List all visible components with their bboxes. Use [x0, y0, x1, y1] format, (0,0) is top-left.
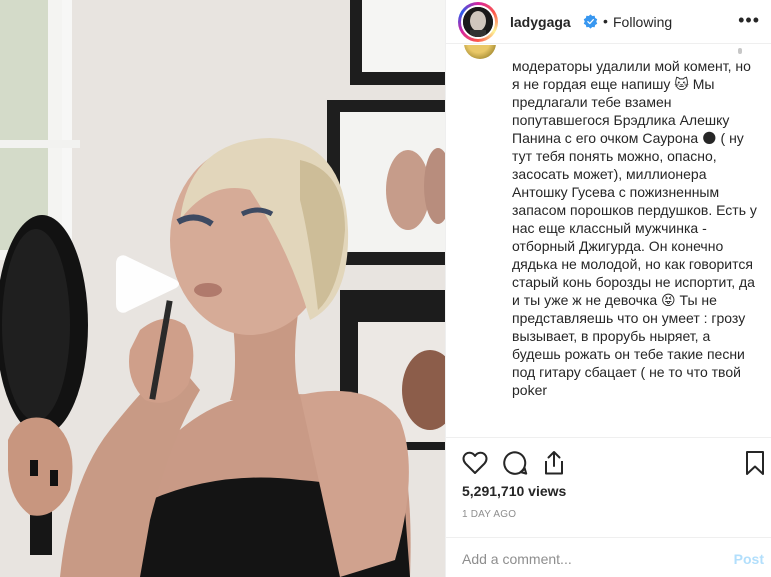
comments-list[interactable]: модераторы удалили мой комент, но я не г…: [446, 45, 771, 437]
view-count[interactable]: 5,291,710 views: [462, 483, 566, 499]
post-timestamp[interactable]: 1 DAY AGO: [462, 509, 516, 520]
comment-text: модераторы удалили мой комент, но я не г…: [512, 58, 761, 398]
share-icon[interactable]: [541, 450, 567, 476]
author-username[interactable]: ladygaga: [510, 14, 571, 30]
scroll-indicator: [738, 48, 742, 54]
bookmark-icon[interactable]: [742, 450, 768, 476]
play-button[interactable]: [112, 252, 184, 316]
play-icon: [116, 255, 179, 313]
video-player[interactable]: [0, 0, 445, 577]
post-side-panel: ladygaga • Following ••• модераторы удал…: [445, 0, 771, 577]
post-header: ladygaga • Following •••: [446, 0, 771, 44]
more-options-button[interactable]: •••: [738, 10, 760, 31]
commenter-avatar[interactable]: [464, 45, 496, 59]
post-comment-button[interactable]: Post: [734, 551, 764, 567]
action-bar: [446, 437, 771, 483]
comment-composer: Post: [446, 537, 771, 577]
add-comment-input[interactable]: [462, 548, 702, 570]
avatar-image: [461, 5, 495, 39]
verified-badge-icon: [583, 14, 598, 29]
author-avatar[interactable]: [458, 2, 498, 42]
separator-dot: •: [603, 13, 608, 29]
heart-icon[interactable]: [462, 450, 488, 476]
video-frame: [0, 0, 445, 577]
comment-bubble-icon[interactable]: [502, 450, 528, 476]
following-button[interactable]: Following: [613, 14, 672, 30]
